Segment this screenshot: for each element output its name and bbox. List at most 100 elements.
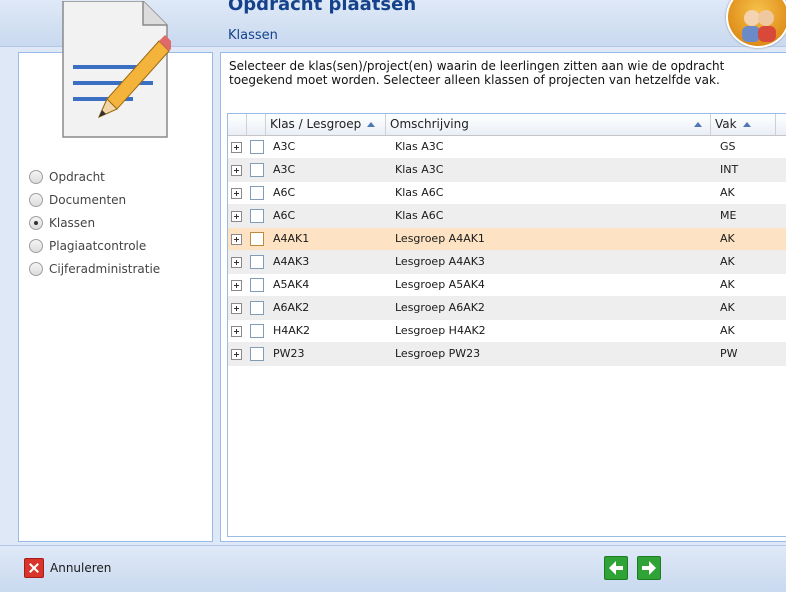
- cell-omschrijving: Klas A3C: [395, 140, 444, 153]
- row-checkbox[interactable]: [250, 232, 264, 246]
- table-row[interactable]: H4AK2 Lesgroep H4AK2 AK: [228, 320, 786, 343]
- row-checkbox[interactable]: [250, 347, 264, 361]
- cell-klas: A3C: [273, 163, 296, 176]
- cell-vak: AK: [720, 301, 735, 314]
- column-header-omschrijving[interactable]: Omschrijving: [386, 114, 711, 135]
- expand-plus-icon[interactable]: [231, 142, 242, 153]
- expand-plus-icon[interactable]: [231, 349, 242, 360]
- cell-klas: A6AK2: [273, 301, 310, 314]
- cell-klas: A6C: [273, 186, 296, 199]
- step-documenten[interactable]: Documenten: [29, 188, 160, 211]
- expand-column-header: [228, 114, 247, 135]
- row-checkbox[interactable]: [250, 278, 264, 292]
- row-checkbox[interactable]: [250, 140, 264, 154]
- cell-klas: A4AK3: [273, 255, 310, 268]
- sort-asc-icon: [367, 122, 376, 127]
- cell-klas: A6C: [273, 209, 296, 222]
- row-checkbox[interactable]: [250, 301, 264, 315]
- cell-vak: INT: [720, 163, 739, 176]
- cancel-button[interactable]: Annuleren: [24, 558, 111, 578]
- expand-plus-icon[interactable]: [231, 303, 242, 314]
- step-label: Klassen: [49, 215, 96, 230]
- step-radio[interactable]: [29, 261, 43, 276]
- step-radio[interactable]: [29, 238, 43, 253]
- arrow-left-icon: [609, 561, 623, 575]
- step-radio[interactable]: [29, 215, 43, 230]
- row-checkbox[interactable]: [250, 163, 264, 177]
- step-label: Documenten: [49, 192, 127, 207]
- cell-omschrijving: Lesgroep H4AK2: [395, 324, 486, 337]
- column-header-klas[interactable]: Klas / Lesgroep: [266, 114, 386, 135]
- dialog-subtitle: Klassen: [228, 28, 278, 43]
- cell-omschrijving: Klas A6C: [395, 186, 444, 199]
- expand-plus-icon[interactable]: [231, 280, 242, 291]
- cell-vak: AK: [720, 324, 735, 337]
- wizard-steps: Opdracht Documenten Klassen Plagiaatcont…: [29, 165, 160, 280]
- row-checkbox[interactable]: [250, 255, 264, 269]
- cell-klas: H4AK2: [273, 324, 311, 337]
- row-checkbox[interactable]: [250, 324, 264, 338]
- expand-plus-icon[interactable]: [231, 326, 242, 337]
- step-opdracht[interactable]: Opdracht: [29, 165, 160, 188]
- previous-button[interactable]: [604, 556, 628, 580]
- row-checkbox[interactable]: [250, 209, 264, 223]
- table-row[interactable]: PW23 Lesgroep PW23 PW: [228, 343, 786, 366]
- expand-plus-icon[interactable]: [231, 257, 242, 268]
- cell-omschrijving: Lesgroep A5AK4: [395, 278, 485, 291]
- step-label: Cijferadministratie: [49, 261, 161, 276]
- dialog-footer: Annuleren: [0, 545, 786, 592]
- row-checkbox[interactable]: [250, 186, 264, 200]
- step-label: Plagiaatcontrole: [49, 238, 147, 253]
- cell-vak: AK: [720, 278, 735, 291]
- cell-vak: GS: [720, 140, 736, 153]
- cell-omschrijving: Klas A3C: [395, 163, 444, 176]
- cell-klas: PW23: [273, 347, 305, 360]
- expand-plus-icon[interactable]: [231, 234, 242, 245]
- cell-omschrijving: Lesgroep A6AK2: [395, 301, 485, 314]
- cell-klas: A4AK1: [273, 232, 310, 245]
- expand-plus-icon[interactable]: [231, 188, 242, 199]
- cell-klas: A3C: [273, 140, 296, 153]
- wizard-steps-panel: Opdracht Documenten Klassen Plagiaatcont…: [18, 1, 213, 542]
- table-row[interactable]: A6C Klas A6C AK: [228, 182, 786, 205]
- table-row[interactable]: A4AK1 Lesgroep A4AK1 AK: [228, 228, 786, 251]
- klassen-grid: Klas / Lesgroep Omschrijving Vak A3C Klas…: [227, 113, 786, 537]
- cell-klas: A5AK4: [273, 278, 310, 291]
- users-avatar-icon: [726, 0, 786, 48]
- expand-plus-icon[interactable]: [231, 211, 242, 222]
- cancel-button-label: Annuleren: [50, 561, 112, 575]
- sort-asc-icon: [694, 122, 702, 127]
- step-label: Opdracht: [49, 169, 105, 184]
- dialog-title: Opdracht plaatsen: [228, 0, 417, 15]
- sort-asc-icon: [742, 122, 751, 127]
- main-panel: Selecteer de klas(sen)/project(en) waari…: [220, 52, 786, 542]
- step-plagiaatcontrole[interactable]: Plagiaatcontrole: [29, 234, 160, 257]
- table-row[interactable]: A4AK3 Lesgroep A4AK3 AK: [228, 251, 786, 274]
- table-row[interactable]: A3C Klas A3C INT: [228, 159, 786, 182]
- table-row[interactable]: A6AK2 Lesgroep A6AK2 AK: [228, 297, 786, 320]
- step-radio[interactable]: [29, 192, 43, 207]
- grid-header: Klas / Lesgroep Omschrijving Vak: [228, 114, 786, 136]
- cell-vak: AK: [720, 232, 735, 245]
- table-row[interactable]: A5AK4 Lesgroep A5AK4 AK: [228, 274, 786, 297]
- cell-vak: ME: [720, 209, 737, 222]
- next-button[interactable]: [637, 556, 661, 580]
- column-header-vak[interactable]: Vak: [711, 114, 776, 135]
- step-cijferadministratie[interactable]: Cijferadministratie: [29, 257, 160, 280]
- cell-vak: AK: [720, 186, 735, 199]
- arrow-right-icon: [642, 561, 656, 575]
- table-row[interactable]: A6C Klas A6C ME: [228, 205, 786, 228]
- cell-vak: AK: [720, 255, 735, 268]
- select-column-header[interactable]: [247, 114, 266, 135]
- table-row[interactable]: A3C Klas A3C GS: [228, 136, 786, 159]
- step-radio[interactable]: [29, 169, 43, 184]
- cancel-x-icon: [24, 558, 44, 578]
- instruction-text: Selecteer de klas(sen)/project(en) waari…: [229, 59, 725, 87]
- cell-omschrijving: Lesgroep A4AK1: [395, 232, 485, 245]
- document-edit-icon: [62, 1, 171, 138]
- cell-omschrijving: Lesgroep A4AK3: [395, 255, 485, 268]
- step-klassen[interactable]: Klassen: [29, 211, 160, 234]
- cell-vak: PW: [720, 347, 738, 360]
- cell-omschrijving: Klas A6C: [395, 209, 444, 222]
- expand-plus-icon[interactable]: [231, 165, 242, 176]
